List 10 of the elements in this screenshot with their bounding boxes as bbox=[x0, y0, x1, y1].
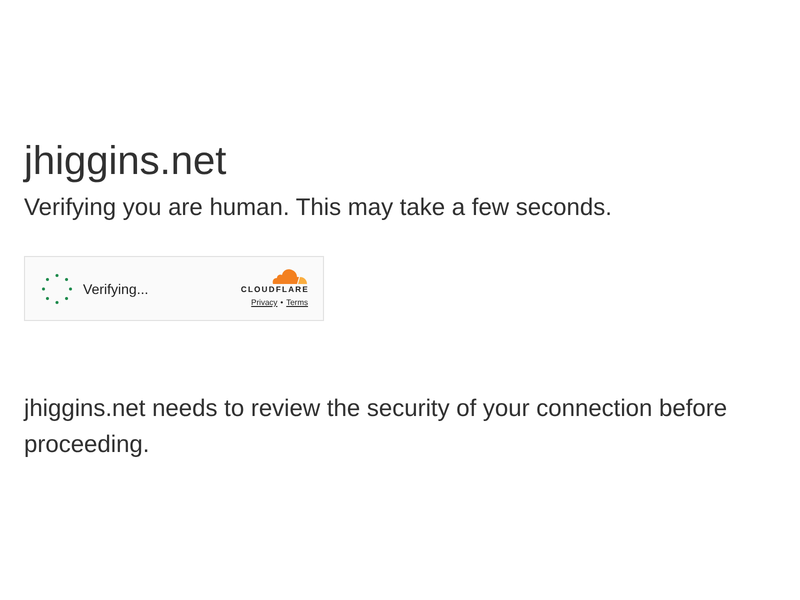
footer-link[interactable]: Terms bbox=[286, 298, 308, 308]
spinner-icon bbox=[42, 274, 72, 304]
security-message: jhiggins.net needs to review the security of your connection before proceeding. bbox=[24, 394, 728, 460]
site-title: jhiggins.net bbox=[24, 138, 226, 185]
footer-link[interactable]: Privacy bbox=[251, 298, 278, 308]
link-separator: • bbox=[280, 298, 284, 308]
logo-wordmark: CLOUDFLARE bbox=[240, 285, 309, 294]
cloud-logo-icon bbox=[271, 267, 308, 285]
status-text: Verifying... bbox=[83, 280, 148, 296]
verification-subtitle: Verifying you are human. This may take a few seconds. bbox=[24, 193, 612, 223]
